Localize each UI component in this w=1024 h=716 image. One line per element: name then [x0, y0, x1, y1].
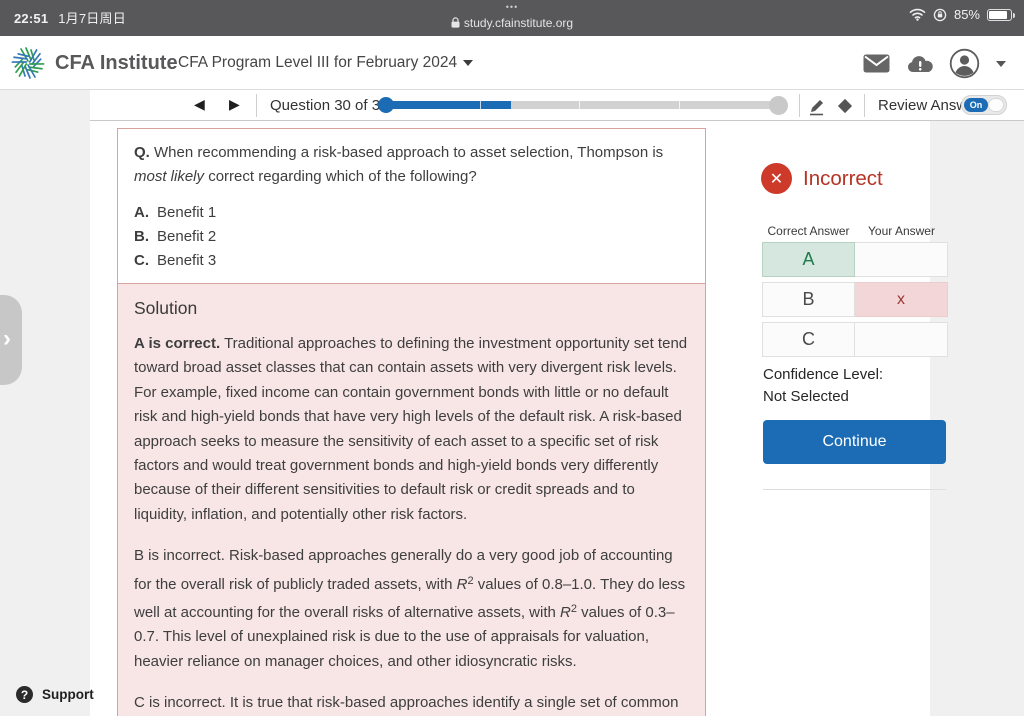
battery-percent: 85% — [953, 7, 980, 22]
answer-table-headers: Correct Answer Your Answer — [762, 224, 948, 238]
cloud-alert-icon[interactable] — [906, 55, 933, 73]
question-mark-icon: ? — [16, 686, 33, 703]
question-prefix: Q. — [134, 144, 150, 161]
chevron-right-icon: › — [3, 324, 11, 352]
previous-question-button[interactable]: ◀ — [194, 96, 205, 113]
incorrect-x-icon: ✕ — [761, 163, 792, 194]
lock-icon — [451, 17, 460, 28]
solution-a-verdict: A is correct. — [134, 335, 221, 352]
table-row: B x — [762, 282, 948, 317]
rotation-lock-icon — [933, 8, 947, 21]
eraser-icon[interactable] — [834, 95, 856, 117]
question-lead: When recommending a risk-based approach … — [154, 144, 664, 161]
answer-table: A B x C — [762, 242, 948, 362]
r-squared-symbol: R — [456, 575, 468, 593]
toggle-knob — [988, 98, 1004, 112]
wifi-icon — [909, 8, 926, 21]
divider — [864, 94, 865, 117]
progress-start-dot — [378, 97, 394, 113]
status-indicators: 85% — [909, 7, 1015, 22]
option-b: B. Benefit 2 — [134, 225, 689, 249]
solution-heading: Solution — [134, 298, 198, 318]
result-status: ✕ Incorrect — [761, 163, 883, 194]
address-bar[interactable]: study.cfainstitute.org — [0, 16, 1024, 30]
solution-paragraph-a: A is correct. Traditional approaches to … — [134, 332, 689, 527]
question-navbar: ◀ ▶ Question 30 of 32 Review Answer On — [90, 90, 1024, 121]
app-root: 22:51 1月7日周日 ••• study.cfainstitute.org 8… — [0, 0, 1024, 716]
question-text: Q. When recommending a risk-based approa… — [134, 141, 689, 189]
your-answer-cell-a — [855, 242, 948, 277]
solution-paragraph-c: C is incorrect. It is true that risk-bas… — [134, 691, 689, 716]
correct-answer-cell-a: A — [762, 242, 855, 277]
option-letter: C. — [134, 252, 149, 269]
question-card: Q. When recommending a risk-based approa… — [117, 128, 706, 284]
answer-cell-b: B — [762, 282, 855, 317]
solution-a-body: Traditional approaches to defining the i… — [134, 335, 688, 523]
option-letter: A. — [134, 204, 149, 221]
your-answer-cell-b: x — [855, 282, 948, 317]
question-counter: Question 30 of 32 — [270, 97, 389, 114]
account-chevron-down-icon[interactable] — [996, 60, 1006, 67]
option-c: C. Benefit 3 — [134, 249, 689, 273]
correct-answer-header: Correct Answer — [767, 224, 850, 238]
support-label: Support — [42, 687, 94, 702]
table-row: C — [762, 322, 948, 357]
safari-tab-dots: ••• — [505, 2, 519, 12]
result-label: Incorrect — [803, 166, 883, 190]
confidence-level: Confidence Level: Not Selected — [763, 364, 883, 408]
app-header: CFA Institute CFA Program Level III for … — [0, 36, 1024, 90]
battery-icon — [987, 8, 1015, 21]
solution-paragraph-b: B is incorrect. Risk-based approaches ge… — [134, 544, 689, 674]
review-answer-toggle[interactable]: On — [961, 95, 1007, 115]
answer-options: A. Benefit 1 B. Benefit 2 C. Benefit 3 — [134, 201, 689, 273]
option-letter: B. — [134, 228, 149, 245]
answer-cell-c: C — [762, 322, 855, 357]
divider — [799, 94, 800, 117]
your-answer-cell-c — [855, 322, 948, 357]
table-row: A — [762, 242, 948, 277]
divider — [763, 489, 946, 490]
progress-tick — [679, 101, 680, 109]
confidence-value: Not Selected — [763, 388, 849, 405]
your-answer-header: Your Answer — [868, 224, 935, 238]
program-selector[interactable]: CFA Program Level III for February 2024 — [178, 54, 474, 72]
header-icons — [863, 48, 1006, 79]
question-tail: correct regarding which of the following… — [208, 168, 477, 185]
brand: CFA Institute — [10, 45, 178, 81]
next-question-button[interactable]: ▶ — [229, 96, 240, 113]
option-label: Benefit 2 — [157, 228, 217, 245]
chevron-down-icon — [463, 60, 474, 66]
ipad-status-bar: 22:51 1月7日周日 ••• study.cfainstitute.org 8… — [0, 0, 1024, 36]
divider — [256, 94, 257, 117]
option-label: Benefit 3 — [157, 252, 217, 269]
continue-button[interactable]: Continue — [763, 420, 946, 464]
option-label: Benefit 1 — [157, 204, 217, 221]
brand-name: CFA Institute — [55, 51, 178, 74]
url-text: study.cfainstitute.org — [463, 16, 574, 30]
solution-card: Solution A is correct. Traditional appro… — [117, 284, 706, 716]
question-column: Q. When recommending a risk-based approa… — [117, 128, 706, 716]
sidebar-drawer-handle[interactable]: › — [0, 295, 22, 385]
avatar-icon[interactable] — [949, 48, 980, 79]
question-emphasis: most likely — [134, 168, 205, 185]
solution-c-seg1: C is incorrect. It is true that risk-bas… — [134, 694, 679, 712]
progress-tick — [480, 101, 481, 109]
progress-end-handle[interactable] — [769, 96, 788, 115]
mail-icon[interactable] — [863, 54, 890, 73]
confidence-label: Confidence Level: — [763, 366, 884, 383]
option-a: A. Benefit 1 — [134, 201, 689, 225]
progress-tick — [579, 101, 580, 109]
question-progress-slider[interactable] — [378, 96, 788, 115]
toggle-on-label: On — [964, 98, 988, 112]
progress-fill — [380, 101, 512, 109]
support-button[interactable]: ? Support — [16, 686, 94, 703]
r-squared-symbol: R — [560, 604, 571, 622]
highlighter-icon[interactable] — [806, 95, 828, 117]
program-title: CFA Program Level III for February 2024 — [178, 54, 458, 71]
cfa-logo-icon — [11, 47, 45, 79]
